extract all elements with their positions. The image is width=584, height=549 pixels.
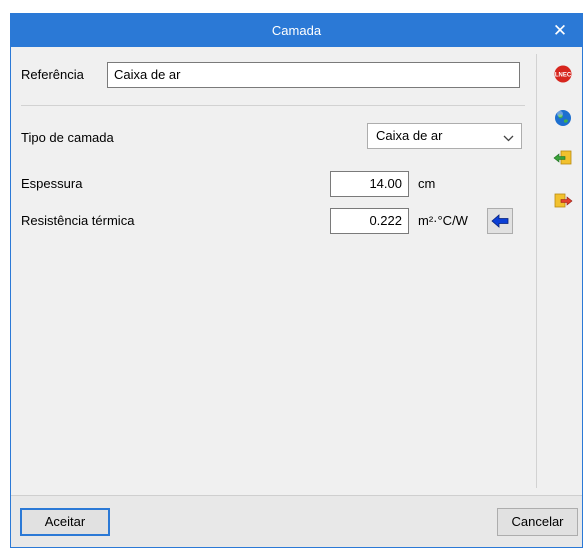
cancelar-button[interactable]: Cancelar [497, 508, 578, 536]
import-arrow-icon [553, 150, 572, 165]
chevron-down-icon [503, 131, 514, 146]
import-button[interactable] [553, 149, 573, 170]
calculate-resistance-button[interactable] [487, 208, 513, 234]
referencia-input[interactable]: Caixa de ar [107, 62, 520, 88]
svg-text:LNEC: LNEC [555, 73, 572, 79]
lnec-button[interactable]: LNEC [554, 65, 572, 86]
title-bar: Camada ✕ [11, 14, 582, 47]
export-arrow-icon [554, 193, 573, 208]
close-icon[interactable]: ✕ [538, 14, 582, 47]
section-divider [21, 105, 525, 106]
lnec-icon: LNEC [554, 65, 572, 83]
espessura-unit: cm [418, 176, 436, 191]
referencia-label: Referência [21, 67, 84, 82]
espessura-label: Espessura [21, 176, 83, 191]
espessura-input[interactable]: 14.00 [330, 171, 409, 197]
globe-button[interactable] [554, 109, 572, 130]
window-title: Camada [271, 23, 322, 38]
dialog-footer: Aceitar Cancelar [11, 495, 582, 547]
resistencia-input[interactable]: 0.222 [330, 208, 409, 234]
aceitar-button[interactable]: Aceitar [20, 508, 110, 536]
resistencia-unit: m²·°C/W [418, 213, 468, 228]
tipo-camada-value: Caixa de ar [376, 128, 443, 143]
export-button[interactable] [553, 192, 573, 213]
resistencia-label: Resistência térmica [21, 213, 135, 228]
toolbar-divider [536, 54, 537, 488]
arrow-left-icon [491, 214, 509, 231]
globe-icon [555, 110, 571, 126]
tipo-camada-label: Tipo de camada [21, 130, 114, 145]
camada-dialog: Camada ✕ Referência Caixa de ar Tipo de … [10, 13, 583, 548]
tipo-camada-select[interactable]: Caixa de ar [367, 123, 522, 149]
